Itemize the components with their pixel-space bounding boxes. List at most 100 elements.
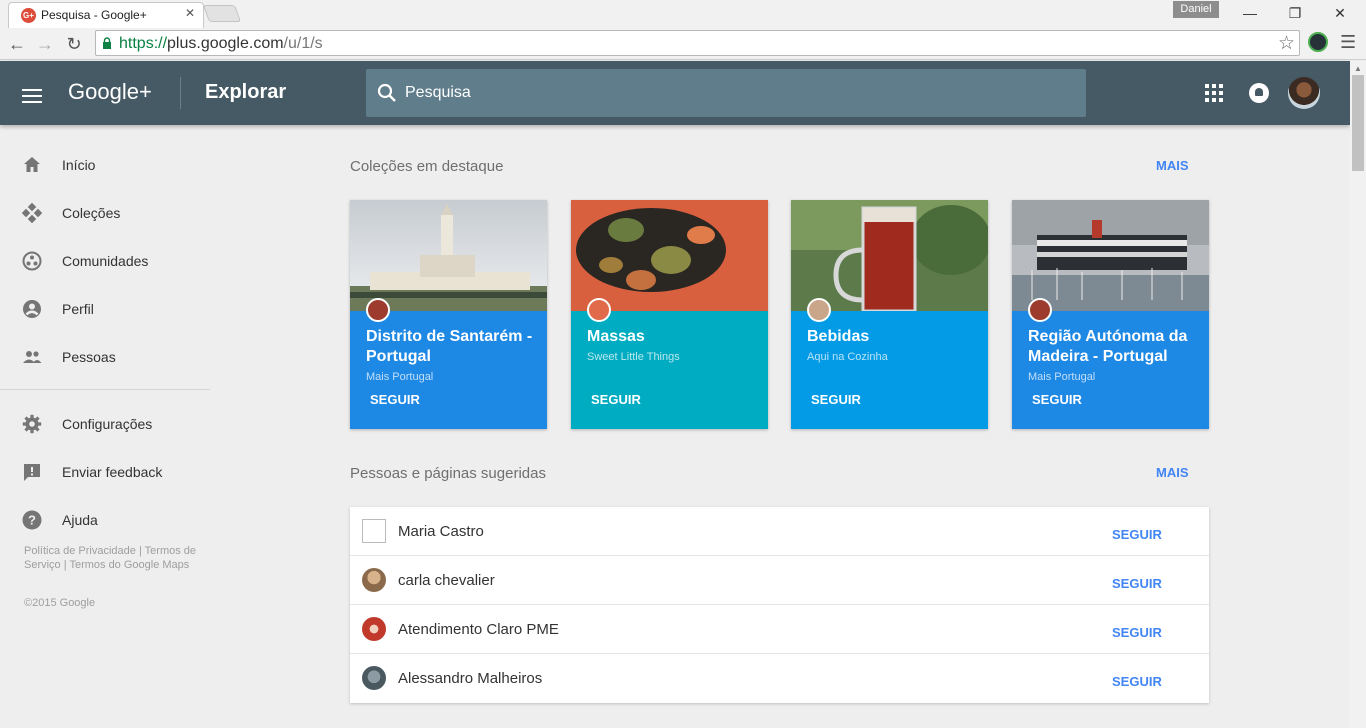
collection-owner-avatar — [807, 298, 831, 322]
collection-card-body: Distrito de Santarém - Portugal Mais Por… — [350, 311, 547, 429]
avatar — [362, 568, 386, 592]
follow-button[interactable]: SEGUIR — [1112, 625, 1162, 640]
browser-tab[interactable]: G+ Pesquisa - Google+ ✕ — [8, 2, 204, 28]
page-scrollbar[interactable]: ▲ — [1350, 61, 1366, 728]
copyright: ©2015 Google — [24, 597, 96, 609]
collection-card[interactable]: Distrito de Santarém - Portugal Mais Por… — [350, 200, 547, 429]
list-item[interactable]: Alessandro Malheiros SEGUIR — [350, 654, 1209, 703]
sidebar: Início Coleções Comunidades Perfil Pesso… — [0, 125, 210, 728]
people-more-link[interactable]: MAIS — [1156, 465, 1189, 480]
person-name[interactable]: carla chevalier — [398, 572, 495, 589]
person-name[interactable]: Alessandro Malheiros — [398, 670, 542, 687]
minimize-button[interactable]: — — [1230, 2, 1270, 24]
sidebar-item-colecoes[interactable]: Coleções — [0, 193, 210, 233]
hamburger-menu-icon[interactable] — [22, 89, 42, 107]
bookmark-star-icon[interactable]: ☆ — [1278, 32, 1295, 55]
collection-subtitle: Sweet Little Things — [587, 351, 680, 363]
follow-button[interactable]: SEGUIR — [1112, 527, 1162, 542]
apps-grid-icon[interactable] — [1205, 84, 1223, 102]
search-box[interactable] — [366, 69, 1086, 117]
broken-image-avatar — [362, 519, 386, 543]
tab-title: Pesquisa - Google+ — [41, 8, 147, 22]
sidebar-item-label: Coleções — [62, 205, 121, 221]
list-item[interactable]: Atendimento Claro PME SEGUIR — [350, 605, 1209, 654]
window-close-button[interactable]: ✕ — [1320, 2, 1360, 24]
profile-icon — [23, 300, 41, 318]
browser-toolbar: ← → ↻ https://plus.google.com/u/1/s ☆ ☰ — [0, 28, 1366, 60]
collections-icon — [22, 203, 42, 223]
home-icon — [24, 157, 40, 172]
collection-card[interactable]: Região Autónoma da Madeira - Portugal Ma… — [1012, 200, 1209, 429]
new-tab-button[interactable] — [202, 5, 242, 22]
person-name[interactable]: Atendimento Claro PME — [398, 621, 559, 638]
feedback-icon — [24, 464, 40, 481]
search-icon — [377, 83, 396, 102]
forward-button[interactable]: → — [33, 32, 57, 56]
sidebar-item-label: Comunidades — [62, 253, 149, 269]
follow-button[interactable]: SEGUIR — [1112, 576, 1162, 591]
sidebar-item-enviar-feedback[interactable]: Enviar feedback — [0, 452, 210, 492]
sidebar-item-label: Enviar feedback — [62, 464, 163, 480]
url-host: plus.google.com — [167, 35, 284, 52]
sidebar-item-perfil[interactable]: Perfil — [0, 289, 210, 329]
reload-button[interactable]: ↻ — [62, 32, 86, 56]
communities-icon — [22, 251, 42, 271]
scroll-up-arrow-icon[interactable]: ▲ — [1354, 64, 1362, 73]
collection-card-image — [571, 200, 768, 311]
collection-title: Bebidas — [807, 328, 870, 345]
follow-button[interactable]: SEGUIR — [1112, 674, 1162, 689]
sidebar-item-inicio[interactable]: Início — [0, 145, 210, 185]
follow-button[interactable]: SEGUIR — [811, 392, 861, 407]
sidebar-item-comunidades[interactable]: Comunidades — [0, 241, 210, 281]
sidebar-item-label: Configurações — [62, 416, 153, 432]
list-item[interactable]: carla chevalier SEGUIR — [350, 556, 1209, 605]
browser-profile-button[interactable]: Daniel — [1173, 1, 1219, 18]
collection-subtitle: Aqui na Cozinha — [807, 351, 888, 363]
collection-subtitle: Mais Portugal — [366, 371, 434, 383]
page-title: Explorar — [205, 81, 287, 103]
scrollbar-thumb[interactable] — [1352, 75, 1364, 171]
collection-card-body: Região Autónoma da Madeira - Portugal Ma… — [1012, 311, 1209, 429]
collection-card[interactable]: Massas Sweet Little Things SEGUIR — [571, 200, 768, 429]
collection-card[interactable]: Bebidas Aqui na Cozinha SEGUIR — [791, 200, 988, 429]
collection-card-image — [350, 200, 547, 311]
avatar — [362, 617, 386, 641]
google-plus-favicon-icon: G+ — [21, 8, 36, 23]
account-avatar[interactable] — [1288, 77, 1320, 109]
browser-menu-icon[interactable]: ☰ — [1340, 32, 1356, 53]
sidebar-item-configuracoes[interactable]: Configurações — [0, 404, 210, 444]
lock-icon — [103, 37, 111, 49]
person-name[interactable]: Maria Castro — [398, 523, 484, 540]
collection-title: Massas — [587, 328, 645, 345]
follow-button[interactable]: SEGUIR — [370, 392, 420, 407]
footer-links[interactable]: Política de Privacidade | Termos de Serv… — [24, 544, 204, 572]
collections-more-link[interactable]: MAIS — [1156, 158, 1189, 173]
back-button[interactable]: ← — [5, 32, 29, 56]
collection-card-body: Massas Sweet Little Things SEGUIR — [571, 311, 768, 429]
extension-icon[interactable] — [1308, 32, 1328, 52]
url-text: https://plus.google.com/u/1/s — [119, 35, 323, 53]
avatar — [362, 666, 386, 690]
people-icon — [23, 351, 42, 363]
google-plus-logo[interactable]: Google+ — [68, 79, 152, 105]
suggested-people-list: Maria Castro SEGUIR carla chevalier SEGU… — [350, 507, 1209, 703]
collection-title: Região Autónoma da Madeira - Portugal — [1028, 328, 1188, 365]
address-bar[interactable]: https://plus.google.com/u/1/s ☆ — [95, 30, 1300, 56]
notifications-bell-icon[interactable] — [1249, 83, 1269, 103]
header-divider — [180, 77, 181, 109]
collection-card-image — [791, 200, 988, 311]
svg-text:?: ? — [28, 513, 36, 528]
follow-button[interactable]: SEGUIR — [1032, 392, 1082, 407]
restore-button[interactable]: ❐ — [1275, 2, 1315, 24]
browser-tabstrip: G+ Pesquisa - Google+ ✕ Daniel — ❐ ✕ — [0, 0, 1366, 28]
search-input[interactable] — [405, 81, 1065, 105]
list-item[interactable]: Maria Castro SEGUIR — [350, 507, 1209, 556]
collection-owner-avatar — [366, 298, 390, 322]
sidebar-item-pessoas[interactable]: Pessoas — [0, 337, 210, 377]
collection-subtitle: Mais Portugal — [1028, 371, 1096, 383]
sidebar-item-label: Início — [62, 157, 96, 173]
sidebar-item-label: Pessoas — [62, 349, 116, 365]
sidebar-item-ajuda[interactable]: ? Ajuda — [0, 500, 210, 540]
follow-button[interactable]: SEGUIR — [591, 392, 641, 407]
tab-close-icon[interactable]: ✕ — [185, 6, 195, 20]
